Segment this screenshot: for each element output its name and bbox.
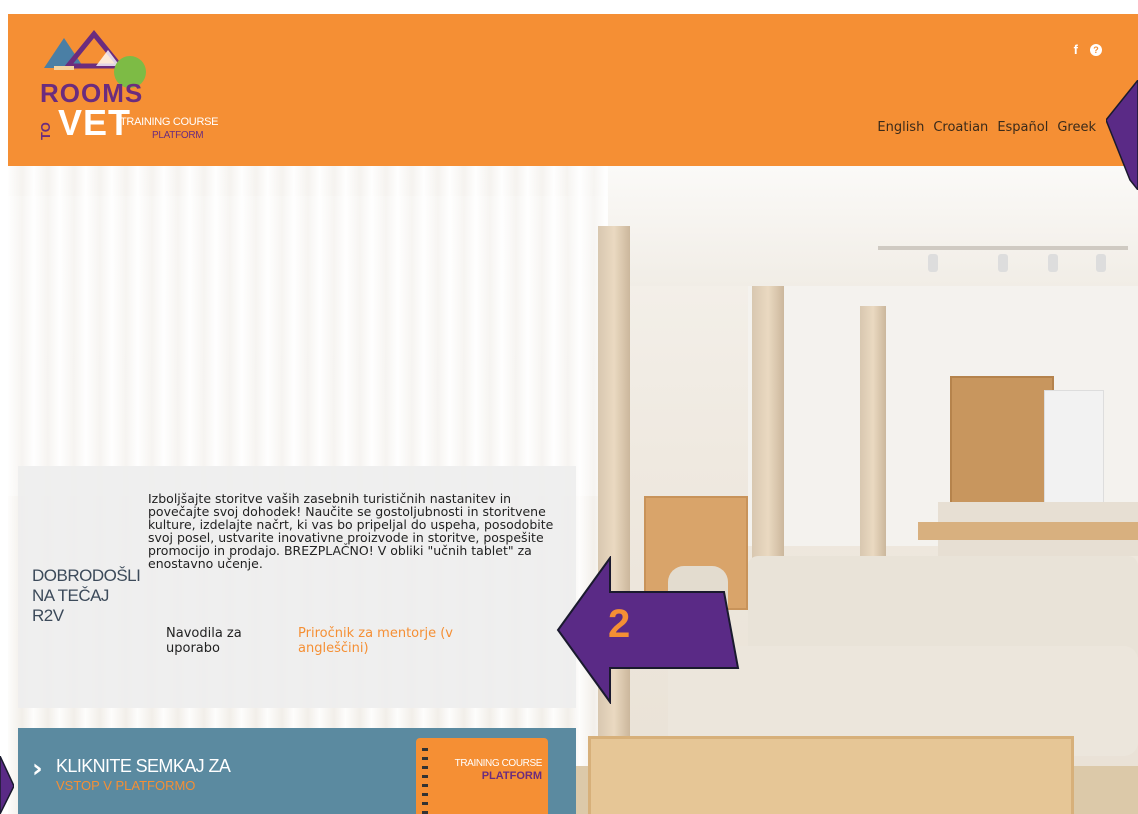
hero-coffee-table	[588, 736, 1074, 814]
enter-platform-button[interactable]: › KLIKNITE SEMKAJ ZA VSTOP V PLATFORMO T…	[18, 728, 576, 814]
annotation-arrow-bottom-left	[0, 756, 14, 814]
social-links: f ?	[1074, 42, 1102, 57]
logo-to-text: TO	[38, 122, 53, 140]
annotation-arrow-right	[1106, 80, 1138, 190]
enter-platform-sublabel: VSTOP V PLATFORMO	[56, 778, 196, 793]
lang-greek[interactable]: Greek	[1057, 120, 1096, 135]
logo-platform-text: PLATFORM	[152, 130, 204, 141]
user-guide-link[interactable]: Navodila za uporabo	[166, 626, 276, 656]
annotation-number: 2	[608, 602, 631, 646]
notebook-icon: TRAINING COURSE PLATFORM	[416, 738, 548, 814]
hero-lamp	[928, 254, 938, 272]
notebook-rings	[422, 748, 428, 814]
mentor-handbook-link[interactable]: Priročnik za mentorje (v angleščini)	[298, 626, 518, 656]
welcome-title-line1: DOBRODOŠLI	[32, 566, 141, 585]
logo-training-course-text: TRAINING COURSE	[120, 116, 219, 128]
hero-fridge	[1044, 390, 1104, 508]
notebook-training-course-text: TRAINING COURSE	[454, 758, 543, 769]
hero-lamp	[1048, 254, 1058, 272]
notebook-platform-text: PLATFORM	[481, 770, 542, 782]
site-logo[interactable]: ROOMS TO VET TRAINING COURSE PLATFORM	[34, 28, 234, 143]
welcome-title: DOBRODOŠLI NA TEČAJ R2V	[32, 566, 142, 626]
help-icon[interactable]: ?	[1090, 43, 1102, 56]
enter-platform-label: KLIKNITE SEMKAJ ZA	[56, 756, 231, 776]
hero-dining-table	[918, 522, 1138, 540]
lang-english[interactable]: English	[877, 120, 924, 135]
welcome-panel: DOBRODOŠLI NA TEČAJ R2V Izboljšajte stor…	[18, 466, 576, 708]
annotation-arrow-2	[556, 556, 740, 704]
hero-lamp	[998, 254, 1008, 272]
hero-cabinet	[950, 376, 1054, 510]
hero-light-rail	[878, 246, 1128, 250]
welcome-description: Izboljšajte storitve vaših zasebnih turi…	[148, 491, 554, 571]
hero-lamp	[1096, 254, 1106, 272]
facebook-icon[interactable]: f	[1074, 42, 1078, 57]
chevron-right-icon: ›	[32, 754, 43, 784]
welcome-title-line2: NA TEČAJ R2V	[32, 586, 109, 625]
lang-croatian[interactable]: Croatian	[933, 120, 988, 135]
hero-image: DOBRODOŠLI NA TEČAJ R2V Izboljšajte stor…	[8, 166, 1138, 814]
hero-drape	[598, 226, 630, 814]
site-header: ROOMS TO VET TRAINING COURSE PLATFORM f …	[8, 14, 1138, 166]
lang-espanol[interactable]: Español	[997, 120, 1048, 135]
language-switcher: English Croatian Español Greek	[877, 120, 1096, 135]
